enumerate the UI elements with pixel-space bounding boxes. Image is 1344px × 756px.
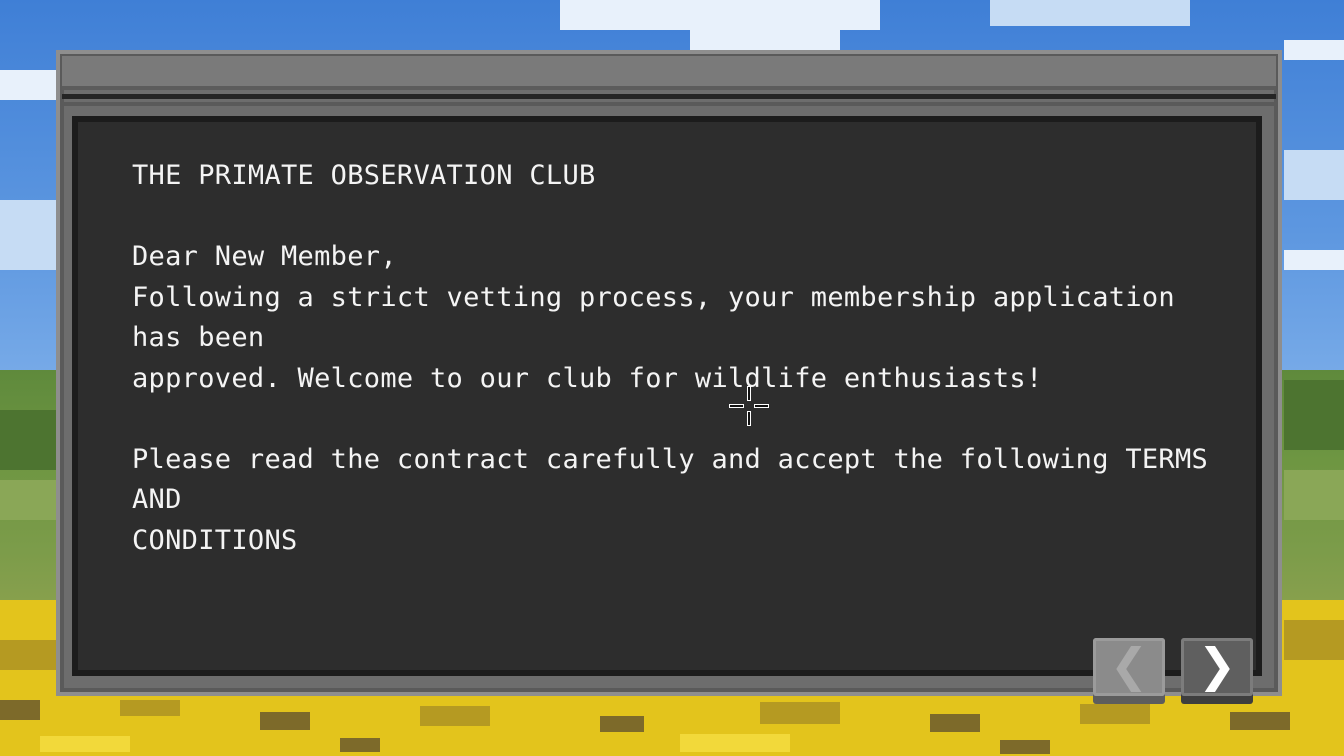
field-shade (930, 714, 980, 732)
field-shade (40, 736, 130, 752)
previous-page-button[interactable]: ❮ (1093, 638, 1165, 696)
field-shade (260, 712, 310, 730)
dialog-divider (62, 102, 1276, 106)
dialog-divider (62, 94, 1276, 99)
field-shade (120, 700, 180, 716)
hill-shade (0, 480, 56, 520)
dialog-text: THE PRIMATE OBSERVATION CLUB Dear New Me… (132, 156, 1212, 561)
cloud (690, 10, 840, 50)
field-shade (1230, 712, 1290, 730)
hill-shade (1284, 470, 1344, 520)
hill-shade (1284, 380, 1344, 450)
field-shade (1284, 620, 1344, 660)
field-shade (680, 734, 790, 752)
body-line: approved. Welcome to our club for wildli… (132, 362, 1043, 394)
field-shade (0, 640, 56, 670)
cloud (0, 70, 60, 100)
field-shade (0, 700, 40, 720)
instruction-line: CONDITIONS (132, 524, 298, 556)
cloud (1284, 250, 1344, 270)
cloud (1284, 40, 1344, 60)
field-shade (1000, 740, 1050, 754)
field-shade (600, 716, 644, 732)
next-page-button[interactable]: ❯ (1181, 638, 1253, 696)
club-title: THE PRIMATE OBSERVATION CLUB (132, 160, 596, 191)
field-shade (760, 702, 840, 724)
greeting-line: Dear New Member, (132, 241, 397, 272)
field-shade (420, 706, 490, 726)
field-shade (340, 738, 380, 752)
field-shade (1080, 704, 1150, 724)
cloud (990, 0, 1190, 26)
cloud (1284, 150, 1344, 200)
dialog-titlebar (62, 56, 1276, 90)
chevron-right-icon: ❯ (1197, 638, 1237, 692)
contract-dialog: THE PRIMATE OBSERVATION CLUB Dear New Me… (56, 50, 1282, 696)
chevron-left-icon: ❮ (1109, 638, 1149, 692)
instruction-line: Please read the contract carefully and a… (132, 443, 1209, 516)
hill-shade (0, 410, 56, 470)
dialog-screen: THE PRIMATE OBSERVATION CLUB Dear New Me… (72, 116, 1262, 696)
cloud (0, 200, 56, 270)
body-line: Following a strict vetting process, your… (132, 281, 1175, 354)
